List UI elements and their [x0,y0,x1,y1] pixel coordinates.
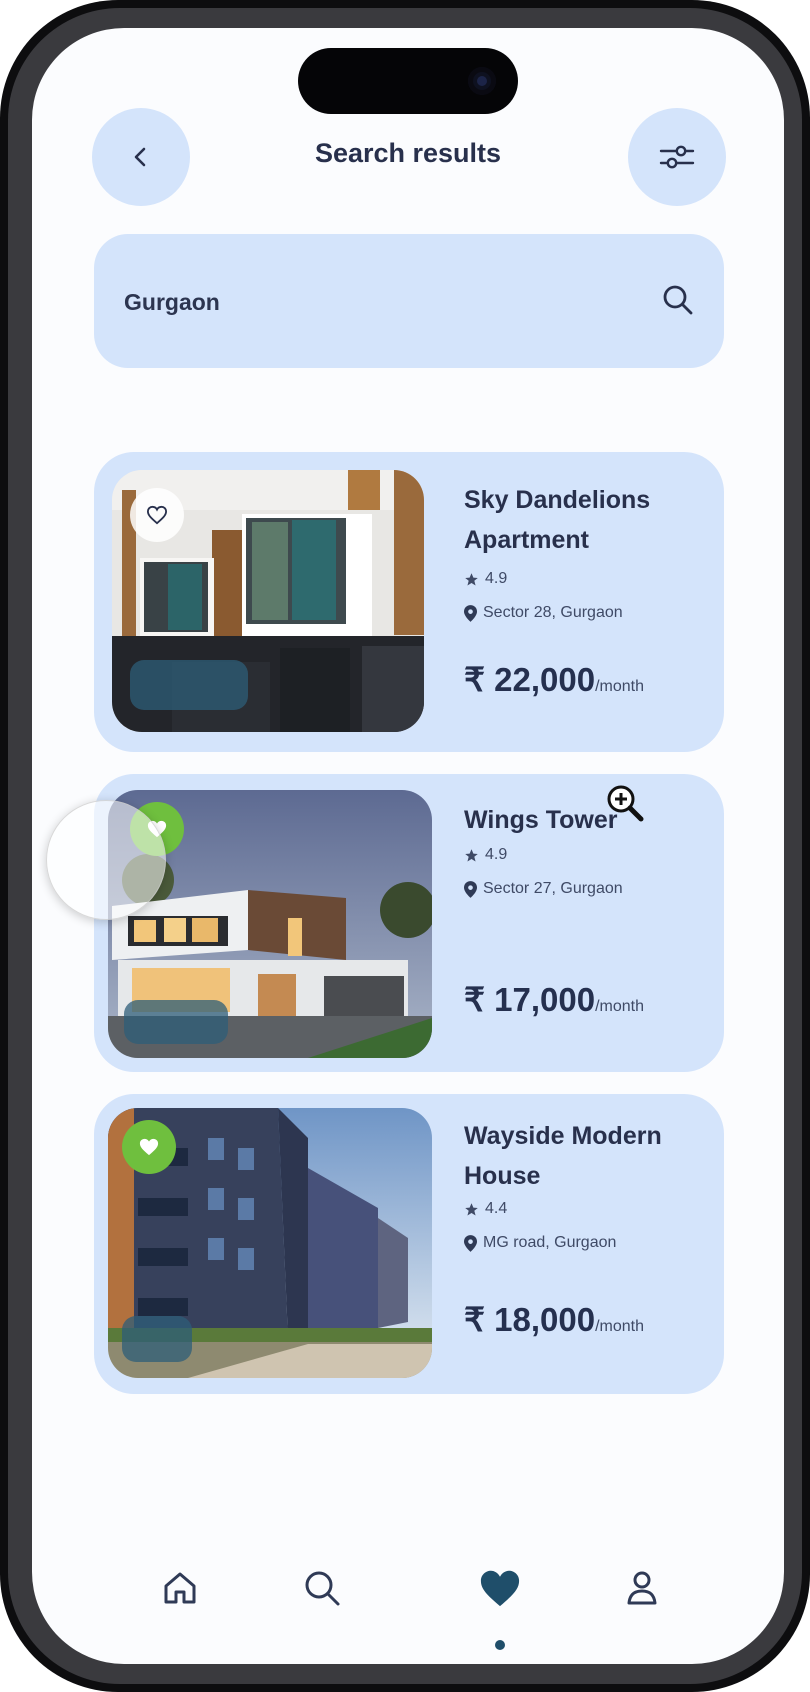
search-icon [305,1571,340,1606]
nav-profile[interactable] [612,1558,672,1618]
nav-search[interactable] [292,1558,352,1618]
favorite-button[interactable] [122,1120,176,1174]
sliders-icon [659,145,695,169]
home-icon [164,1572,196,1604]
listing-photo [112,470,424,732]
listing-price: ₹ 18,000/month [464,1301,645,1338]
listing-location: Sector 28, Gurgaon [464,604,623,622]
camera-icon [468,67,496,95]
star-icon [465,1202,478,1215]
bottom-nav [32,1548,784,1664]
active-indicator [495,1640,505,1650]
back-button[interactable] [92,108,190,206]
nav-favorites[interactable] [470,1558,530,1618]
location-pin-icon [464,1234,477,1252]
search-icon[interactable] [660,282,696,318]
listing-photo [108,1108,432,1378]
location-pin-icon [464,604,477,622]
star-icon [465,572,478,585]
photo-tag [122,1316,192,1362]
star-icon [465,848,478,861]
photo-tag [124,1000,228,1044]
listing-rating: 4.9 [464,846,507,864]
dynamic-island [298,48,518,114]
search-bar[interactable]: Gurgaon [94,234,724,368]
listing-title: Sky Dandelions Apartment [464,486,651,554]
photo-tag [130,660,248,710]
heart-outline-icon [146,505,168,525]
filter-button[interactable] [628,108,726,206]
heart-icon [480,1570,520,1607]
app-screen: Search results Gurgaon Sky Dandelions Ap… [32,28,784,1664]
listing-location: MG road, Gurgaon [464,1234,616,1252]
page-title: Search results [314,138,502,168]
chevron-left-icon [134,147,146,167]
location-pin-icon [464,880,477,898]
listing-rating: 4.9 [464,570,507,588]
listing-rating: 4.4 [464,1200,507,1218]
user-icon [627,1571,657,1605]
search-input[interactable]: Gurgaon [124,289,220,316]
heart-filled-icon [139,1138,159,1156]
listing-title: Wayside Modern House [464,1122,662,1190]
nav-home[interactable] [150,1558,210,1618]
touch-indicator [46,800,166,920]
listing-price: ₹ 17,000/month [464,981,645,1018]
favorite-button[interactable] [130,488,184,542]
listing-price: ₹ 22,000/month [464,661,645,698]
listing-card[interactable]: Wayside Modern House 4.4 MG road, Gurgao… [94,1094,724,1394]
listing-location: Sector 27, Gurgaon [464,880,623,898]
listing-card[interactable]: Sky Dandelions Apartment 4.9 Sector 28, … [94,452,724,752]
listing-title: Wings Tower [464,806,618,834]
zoom-in-cursor-icon [607,785,644,822]
